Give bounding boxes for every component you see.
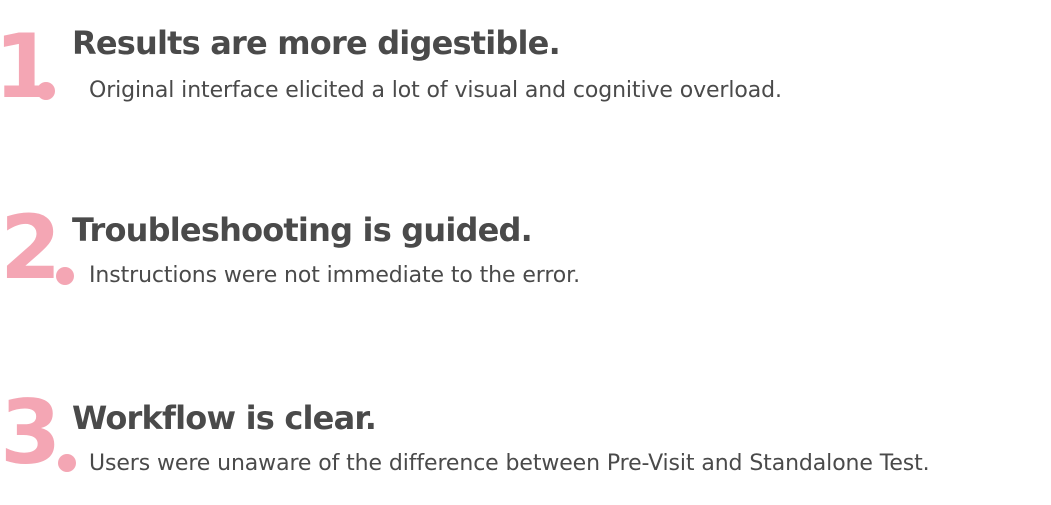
item-heading-1: Results are more digestible. [72,24,561,62]
item-description-1: Original interface elicited a lot of vis… [89,78,782,103]
item-heading-3: Workflow is clear. [72,399,377,437]
number-dot-2 [56,267,74,285]
item-number-3: 3 [0,381,61,484]
number-dot-1 [37,82,55,100]
list-item-2: 2 Troubleshooting is guided. Instruction… [0,180,1051,330]
item-heading-2: Troubleshooting is guided. [72,211,533,249]
item-description-2: Instructions were not immediate to the e… [89,263,580,288]
list-item-3: 3 Workflow is clear. Users were unaware … [0,365,1051,505]
list-item-1: 1 Results are more digestible. Original … [0,0,1051,160]
number-dot-3 [58,454,76,472]
item-description-3: Users were unaware of the difference bet… [89,451,930,476]
item-number-2: 2 [0,196,61,299]
